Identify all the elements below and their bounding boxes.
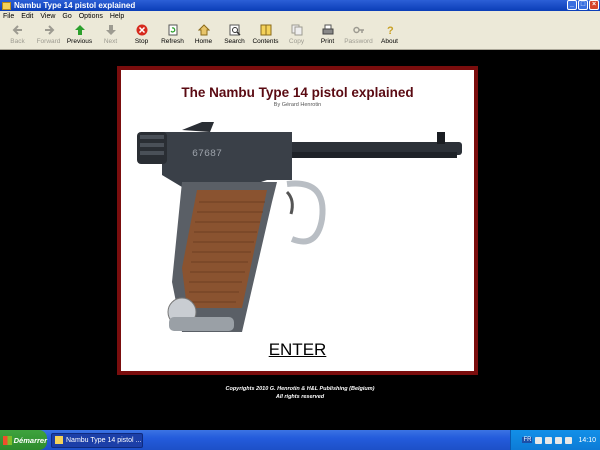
system-tray: FR 14:10 bbox=[510, 430, 600, 450]
language-indicator[interactable]: FR bbox=[522, 437, 533, 443]
byline: By Gérard Henrotin bbox=[273, 102, 322, 108]
back-button[interactable]: Back bbox=[2, 22, 33, 50]
menu-go[interactable]: Go bbox=[62, 13, 71, 20]
menu-options[interactable]: Options bbox=[79, 13, 103, 20]
copy-button[interactable]: Copy bbox=[281, 22, 312, 50]
previous-button[interactable]: Previous bbox=[64, 22, 95, 50]
start-button[interactable]: Démarrer bbox=[0, 430, 47, 450]
password-button[interactable]: Password bbox=[343, 22, 374, 50]
rights-text: All rights reserved bbox=[275, 394, 325, 400]
back-arrow-icon bbox=[12, 24, 24, 36]
clock: 14:10 bbox=[578, 436, 596, 444]
tray-icon[interactable] bbox=[555, 436, 563, 444]
menu-view[interactable]: View bbox=[40, 13, 55, 20]
copy-icon bbox=[291, 24, 303, 36]
tray-icon[interactable] bbox=[535, 436, 543, 444]
page-content: The Nambu Type 14 pistol explained By Gé… bbox=[2, 51, 598, 430]
next-button[interactable]: Next bbox=[95, 22, 126, 50]
down-arrow-icon bbox=[105, 24, 117, 36]
print-button[interactable]: Print bbox=[312, 22, 343, 50]
app-icon bbox=[2, 1, 11, 10]
menu-edit[interactable]: Edit bbox=[21, 13, 33, 20]
search-icon bbox=[229, 24, 241, 36]
windows-flag-icon bbox=[3, 435, 12, 445]
app-icon bbox=[55, 436, 63, 444]
serial-number: 67687 bbox=[192, 149, 222, 160]
page-title: The Nambu Type 14 pistol explained bbox=[181, 85, 414, 100]
about-button[interactable]: ? About bbox=[374, 22, 405, 50]
refresh-button[interactable]: Refresh bbox=[157, 22, 188, 50]
svg-text:?: ? bbox=[387, 25, 394, 36]
forward-arrow-icon bbox=[43, 24, 55, 36]
print-icon bbox=[322, 24, 334, 36]
question-icon: ? bbox=[384, 24, 396, 36]
menu-bar: File Edit View Go Options Help bbox=[0, 11, 600, 22]
stop-icon bbox=[136, 24, 148, 36]
taskbar: Démarrer Nambu Type 14 pistol ... FR 14:… bbox=[0, 430, 600, 450]
cover-frame: The Nambu Type 14 pistol explained By Gé… bbox=[117, 66, 478, 375]
key-icon bbox=[352, 24, 365, 36]
tray-icon[interactable] bbox=[565, 436, 573, 444]
up-arrow-icon bbox=[74, 24, 86, 36]
forward-button[interactable]: Forward bbox=[33, 22, 64, 50]
maximize-button[interactable]: □ bbox=[578, 0, 588, 10]
menu-file[interactable]: File bbox=[3, 13, 14, 20]
window-titlebar[interactable]: Nambu Type 14 pistol explained _ □ × bbox=[0, 0, 600, 11]
home-button[interactable]: Home bbox=[188, 22, 219, 50]
contents-icon bbox=[260, 24, 272, 36]
minimize-button[interactable]: _ bbox=[567, 0, 577, 10]
tray-icon[interactable] bbox=[545, 436, 553, 444]
taskbar-item[interactable]: Nambu Type 14 pistol ... bbox=[51, 432, 143, 448]
enter-link[interactable]: ENTER bbox=[121, 340, 474, 360]
close-button[interactable]: × bbox=[589, 0, 599, 10]
copyright-text: Copyrights 2010 G. Henrotin & H&L Publis… bbox=[225, 386, 375, 392]
search-button[interactable]: Search bbox=[219, 22, 250, 50]
pistol-image: 67687 bbox=[137, 122, 462, 332]
contents-button[interactable]: Contents bbox=[250, 22, 281, 50]
refresh-icon bbox=[167, 24, 179, 36]
stop-button[interactable]: Stop bbox=[126, 22, 157, 50]
window-title: Nambu Type 14 pistol explained bbox=[14, 1, 136, 10]
toolbar: Back Forward Previous Next Stop Refresh … bbox=[0, 22, 600, 50]
menu-help[interactable]: Help bbox=[110, 13, 124, 20]
home-icon bbox=[197, 24, 210, 36]
